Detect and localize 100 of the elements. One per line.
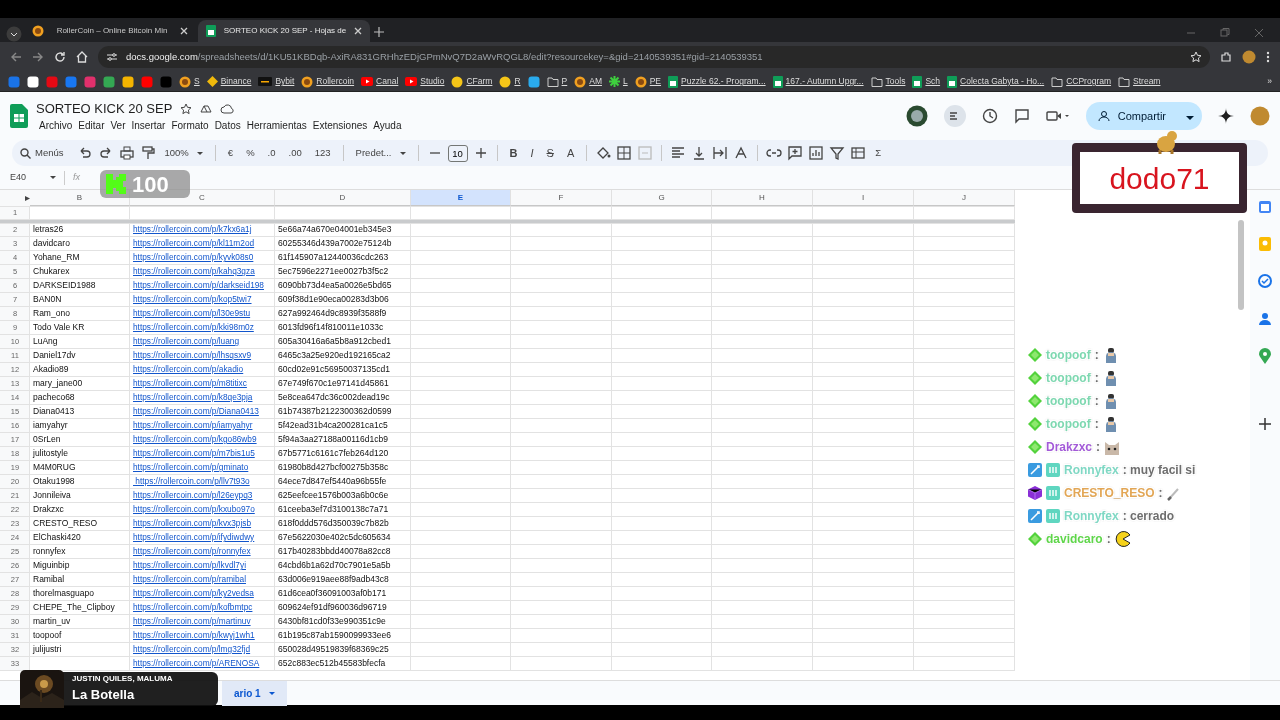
toolbar-button[interactable]: Σ xyxy=(871,145,886,161)
table-cell: 609f38d1e90eca00283d3b06 xyxy=(278,294,389,304)
bookmark[interactable]: 167.- Autumn Upgr... xyxy=(772,75,864,88)
bookmark[interactable]: Rollercoin xyxy=(301,75,355,88)
menu-item[interactable]: Editar xyxy=(75,118,108,134)
bookmark[interactable]: Tools xyxy=(870,75,906,88)
profile-link[interactable]: https://rollercoin.com/p/kop5twi7 xyxy=(133,294,252,304)
bookmark[interactable]: L xyxy=(608,75,628,88)
menu-item[interactable]: Herramientas xyxy=(243,118,310,134)
menu-item[interactable]: Insertar xyxy=(128,118,169,134)
toolbar-button[interactable]: B xyxy=(505,147,522,159)
profile-link[interactable]: https://rollercoin.com/p/llv7t93o xyxy=(133,476,250,486)
menu-item[interactable]: Archivo xyxy=(36,118,76,134)
column-header[interactable]: J xyxy=(914,190,1015,206)
streamer-name: dodo71 xyxy=(1109,160,1210,197)
bookmark[interactable]: P xyxy=(546,75,568,88)
profile-link[interactable]: https://rollercoin.com/p/kgo86wb9 xyxy=(133,434,257,444)
bookmark[interactable]: CCProgram xyxy=(1051,75,1112,88)
menu-item[interactable]: Formato xyxy=(168,118,212,134)
profile-link[interactable]: https://rollercoin.com/p/kofbmtpc xyxy=(133,602,253,612)
browser-tab[interactable]: SORTEO KICK 20 SEP - Hojas de xyxy=(198,20,370,42)
bookmark[interactable]: Canal xyxy=(361,75,399,88)
menu-item[interactable]: Datos xyxy=(211,118,244,134)
profile-link[interactable]: https://rollercoin.com/p/darkseid198 xyxy=(133,280,264,290)
profile-link[interactable]: https://rollercoin.com/p/martinuv xyxy=(133,616,251,626)
profile-link[interactable]: https://rollercoin.com/p/kwyj1wh1 xyxy=(133,630,255,640)
profile-link[interactable]: https://rollercoin.com/p/ronnyfex xyxy=(133,546,251,556)
table-cell: 650028d49519839f68369c25 xyxy=(278,644,389,654)
document-title[interactable]: SORTEO KICK 20 SEP xyxy=(36,98,173,119)
menu-item[interactable]: Extensiones xyxy=(309,118,371,134)
toolbar-button[interactable]: .0 xyxy=(263,145,280,161)
profile-link[interactable]: https://rollercoin.com/p/l26eypq3 xyxy=(133,490,253,500)
profile-link[interactable]: https://rollercoin.com/p/luang xyxy=(133,336,240,346)
bookmark[interactable]: S xyxy=(179,75,200,88)
profile-link[interactable]: https://rollercoin.com/p/m7bis1u5 xyxy=(133,448,255,458)
profile-link[interactable]: https://rollercoin.com/p/ky2vedsa xyxy=(133,588,254,598)
menu-item[interactable]: Ver xyxy=(107,118,129,134)
column-header[interactable]: G xyxy=(612,190,712,206)
bookmark[interactable]: Studio xyxy=(405,75,445,88)
table-cell: davidcaro xyxy=(33,238,70,248)
column-header[interactable]: E xyxy=(411,190,511,206)
table-cell: 609624ef91df960036d96719 xyxy=(278,602,387,612)
toolbar-button[interactable]: 123 xyxy=(310,145,335,161)
profile-link[interactable]: https://rollercoin.com/p/kahq3gza xyxy=(133,266,255,276)
cell-reference-field[interactable]: E40 xyxy=(10,170,56,185)
toolbar-button[interactable]: .00 xyxy=(284,145,306,161)
table-cell: 60cd02e91c56950037135cd1 xyxy=(278,364,391,374)
profile-link[interactable]: https://rollercoin.com/p/ramibal xyxy=(133,574,246,584)
profile-link[interactable]: https://rollercoin.com/p/iamyahyr xyxy=(133,420,253,430)
menu-item[interactable]: Ayuda xyxy=(370,118,405,134)
bookmark[interactable]: Sch xyxy=(912,75,941,88)
table-cell: julitostyle xyxy=(33,448,68,458)
profile-link[interactable]: https://rollercoin.com/p/m8titixc xyxy=(133,378,247,388)
bookmark[interactable]: Bybit xyxy=(258,75,295,88)
bookmark[interactable]: Binance xyxy=(206,75,252,88)
profile-link[interactable]: https://rollercoin.com/p/kxubo97o xyxy=(133,504,255,514)
bookmark[interactable]: Stream xyxy=(1118,75,1161,88)
profile-link[interactable]: https://rollercoin.com/p/lhsqsxv9 xyxy=(133,350,252,360)
bookmark[interactable]: AM xyxy=(574,75,602,88)
dropdown[interactable]: Predet... xyxy=(351,145,410,161)
profile-link[interactable]: https://rollercoin.com/p/kki98m0z xyxy=(133,322,254,332)
toolbar-button[interactable]: € xyxy=(223,145,238,161)
profile-link[interactable]: https://rollercoin.com/p/k8qe3pja xyxy=(133,392,253,402)
toolbar-button[interactable]: I xyxy=(526,147,538,159)
column-header[interactable]: H xyxy=(712,190,813,206)
profile-link[interactable]: https://rollercoin.com/p/ARENOSA xyxy=(133,658,260,668)
table-cell: toopoof xyxy=(33,630,62,640)
profile-link[interactable]: https://rollercoin.com/p/lmg32fjd xyxy=(133,644,251,654)
profile-link[interactable]: https://rollercoin.com/p/lkvdl7yi xyxy=(133,560,246,570)
column-header[interactable]: D xyxy=(275,190,411,206)
more-bookmarks-button[interactable]: » xyxy=(1267,75,1272,88)
profile-link[interactable]: https://rollercoin.com/p/ifydiwdwy xyxy=(133,532,255,542)
bookmark[interactable]: PE xyxy=(634,75,662,88)
column-header[interactable]: I xyxy=(813,190,914,206)
table-cell: 5f94a3aa27188a00116d1cb9 xyxy=(278,434,388,444)
profile-link[interactable]: https://rollercoin.com/p/gminato xyxy=(133,462,249,472)
profile-link[interactable]: https://rollercoin.com/p/kyvk08s0 xyxy=(133,252,254,262)
table-cell: 625eefcee1576b003a6b0c6e xyxy=(278,490,389,500)
browser-tab[interactable]: RollerCoin – Online Bitcoin Min xyxy=(24,20,196,42)
chat-username[interactable]: Drakzxc xyxy=(1046,438,1093,456)
toolbar-button[interactable]: S xyxy=(542,147,558,159)
profile-link[interactable]: https://rollercoin.com/p/kl11m2od xyxy=(133,238,255,248)
column-header[interactable]: F xyxy=(511,190,612,206)
toolbar-button[interactable]: A xyxy=(562,147,579,159)
chat-message: : xyxy=(1096,439,1101,456)
profile-link[interactable]: https://rollercoin.com/p/Diana0413 xyxy=(133,406,259,416)
search-menus-field[interactable]: Menús xyxy=(20,145,72,161)
bookmark[interactable]: Puzzle 62.- Program... xyxy=(668,75,766,88)
profile-link[interactable]: https://rollercoin.com/p/k7kx6a1j xyxy=(133,224,252,234)
profile-link[interactable]: https://rollercoin.com/p/akadio xyxy=(133,364,244,374)
bookmark[interactable]: Colecta Gabyta - Ho... xyxy=(947,75,1045,88)
toolbar-button[interactable]: % xyxy=(242,145,259,161)
profile-link[interactable]: https://rollercoin.com/p/kvx3pjsb xyxy=(133,518,252,528)
address-bar[interactable]: docs.google.com/spreadsheets/d/1KU51KBDqb-AxiRA831GRHhzEDjGPmNvQ7D2aWvRQGL8/edit?resourcekey=&gid=2140539351#gid=2140539351 xyxy=(98,46,1210,68)
bookmark[interactable]: CFarm xyxy=(451,75,493,88)
font-size-field[interactable]: 10 xyxy=(447,144,468,162)
profile-link[interactable]: https://rollercoin.com/p/l30e9stu xyxy=(133,308,251,318)
bookmark[interactable]: R xyxy=(499,75,521,88)
dropdown[interactable]: 100% xyxy=(160,145,207,161)
sheet-tab[interactable]: ario 1 xyxy=(222,680,287,706)
